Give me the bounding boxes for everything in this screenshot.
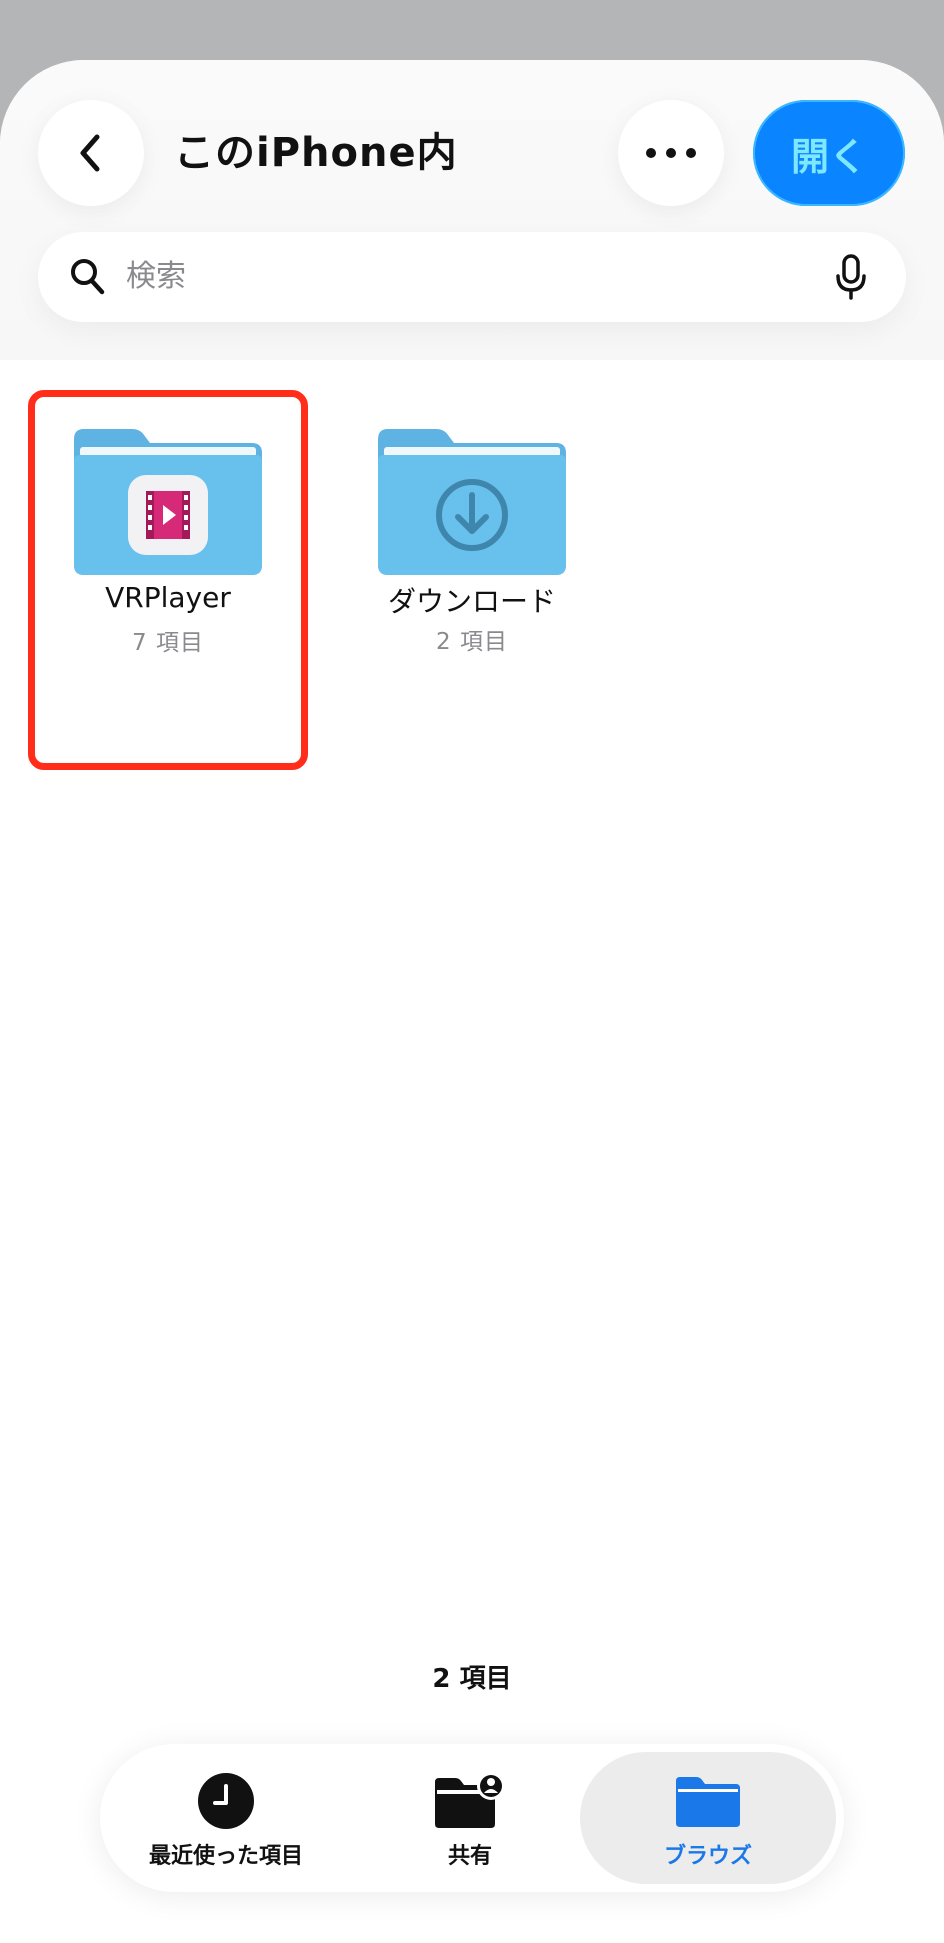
tab-label: ブラウズ xyxy=(663,1844,752,1869)
search-input[interactable]: 検索 xyxy=(126,232,186,322)
top-bar: このiPhone内 開く 検索 xyxy=(0,60,944,360)
tab-recents[interactable]: 最近使った項目 xyxy=(100,1752,352,1884)
shared-folder-icon xyxy=(435,1772,505,1828)
tab-shared[interactable]: 共有 xyxy=(344,1752,596,1884)
folder-downloads[interactable]: ダウンロード 2 項目 xyxy=(332,390,612,770)
folder-icon xyxy=(378,429,566,575)
clock-icon xyxy=(198,1773,254,1829)
folder-item-count: 2 項目 xyxy=(436,629,508,655)
ellipsis-icon xyxy=(646,148,696,158)
search-bar[interactable]: 検索 xyxy=(38,232,906,322)
folder-vrplayer[interactable]: VRPlayer 7 項目 xyxy=(28,390,308,770)
video-app-icon xyxy=(128,475,208,555)
back-button[interactable] xyxy=(38,100,144,206)
folder-icon xyxy=(74,429,262,575)
tab-browse[interactable]: ブラウズ xyxy=(580,1752,836,1884)
microphone-icon[interactable] xyxy=(834,252,868,302)
tab-bar: 最近使った項目 共有 ブラウズ xyxy=(100,1744,844,1892)
search-icon xyxy=(71,259,105,295)
folder-icon xyxy=(676,1777,740,1827)
chevron-left-icon xyxy=(80,134,100,172)
folder-name: VRPlayer xyxy=(105,581,231,614)
tab-label: 共有 xyxy=(447,1844,492,1869)
folder-item-count: 7 項目 xyxy=(132,630,204,656)
files-sheet: このiPhone内 開く 検索 VRPlayer 7 項目 ダウンロード 2 項… xyxy=(0,60,944,1943)
item-count-label: 2 項目 xyxy=(432,1664,512,1694)
open-button[interactable]: 開く xyxy=(753,100,905,206)
page-title: このiPhone内 xyxy=(174,130,458,176)
tab-label: 最近使った項目 xyxy=(148,1844,303,1869)
folder-name: ダウンロード xyxy=(387,585,556,618)
more-options-button[interactable] xyxy=(618,100,724,206)
